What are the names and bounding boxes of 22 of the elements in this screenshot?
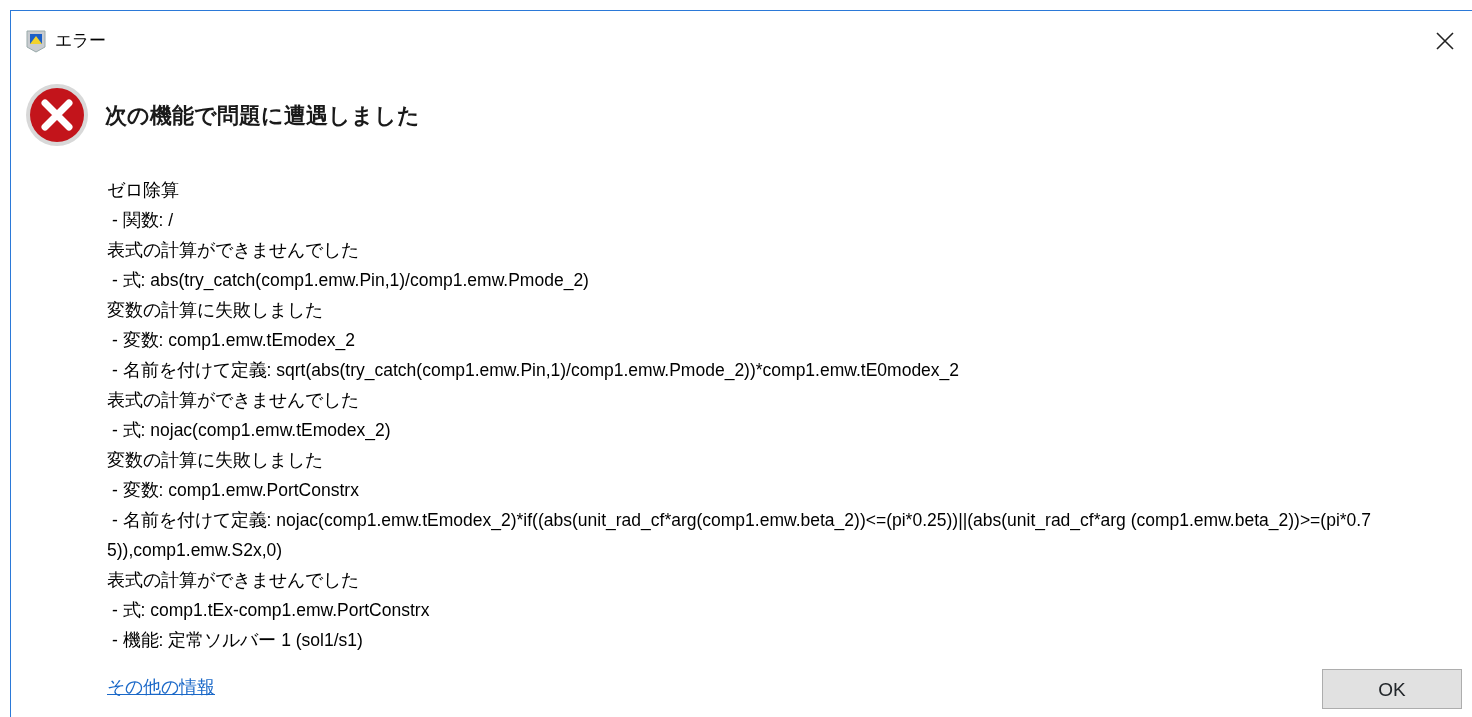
message-line: - 名前を付けて定義: sqrt(abs(try_catch(comp1.emw.Pin,1)/comp1.emw.Pmode_2))*comp1.emw.tE0modex_2 — [110, 359, 961, 383]
message-line: - 式: nojac(comp1.emw.tEmodex_2) — [110, 419, 392, 443]
message-line: - 関数: / — [110, 209, 175, 232]
ok-button[interactable]: OK — [1322, 669, 1462, 709]
message-line: 変数の計算に失敗しました — [107, 299, 324, 322]
message-line: 表式の計算ができませんでした — [107, 389, 360, 412]
message-line: ゼロ除算 — [107, 179, 180, 202]
message-line: 表式の計算ができませんでした — [107, 569, 360, 592]
more-info-link[interactable]: その他の情報 — [107, 674, 215, 701]
error-icon — [25, 83, 89, 147]
message-line: - 機能: 定常ソルバー 1 (sol1/s1) — [110, 629, 364, 652]
message-line: 変数の計算に失敗しました — [107, 449, 324, 472]
message-line: - 変数: comp1.emw.PortConstrx — [110, 479, 360, 502]
message-line: - 名前を付けて定義: nojac(comp1.emw.tEmodex_2)*if((abs(unit_rad_cf*arg(comp1.emw.beta_2))<=(pi*0.25))||(abs(unit_rad_cf*arg (comp1.emw.beta_2))>=(pi*0.75)),comp1.emw.S2x,0) — [107, 509, 1372, 562]
message-line: - 変数: comp1.emw.tEmodex_2 — [110, 329, 357, 353]
message-line: - 式: comp1.tEx-comp1.emw.PortConstrx — [110, 599, 431, 622]
message-line: 表式の計算ができませんでした — [107, 239, 360, 262]
close-icon — [1436, 32, 1454, 50]
dialog-heading: 次の機能で問題に遭遇しました — [105, 101, 420, 130]
app-icon — [25, 29, 47, 53]
window-title: エラー — [55, 30, 106, 53]
message-line: - 式: abs(try_catch(comp1.emw.Pin,1)/comp1.emw.Pmode_2) — [110, 269, 590, 293]
